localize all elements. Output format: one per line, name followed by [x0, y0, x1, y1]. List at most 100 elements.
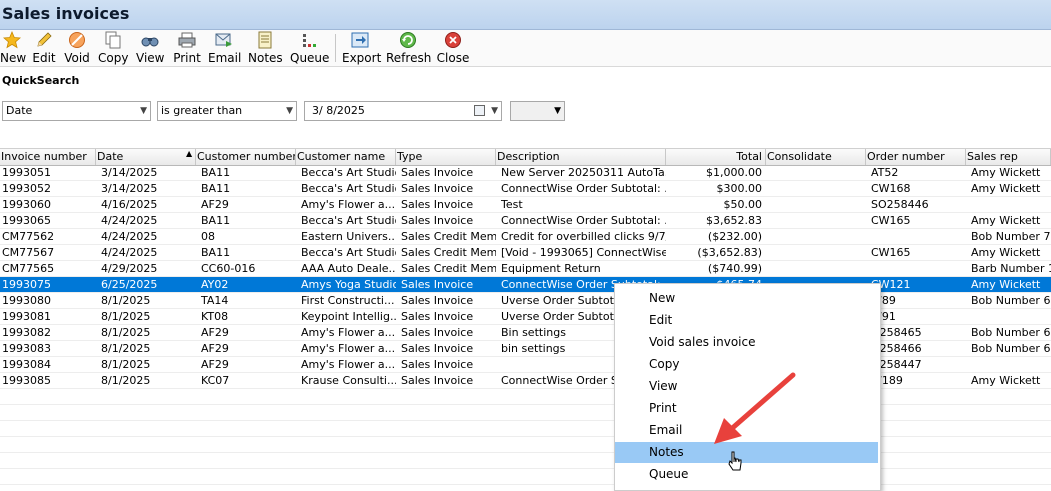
email-button[interactable]: Email	[208, 31, 241, 65]
context-menu-item-new[interactable]: New	[615, 288, 878, 309]
table-cell: Sales Credit Memo	[401, 246, 496, 259]
table-cell: CW165	[871, 214, 911, 227]
notes-button[interactable]: Notes	[248, 31, 283, 65]
quicksearch-date-value: 3/ 8/2025	[312, 104, 365, 117]
copy-button[interactable]: Copy	[98, 31, 128, 65]
column-header[interactable]: Type	[396, 149, 496, 165]
table-cell: 8/1/2025	[101, 326, 151, 339]
table-cell: Sales Invoice	[401, 358, 474, 371]
column-header[interactable]: Customer name	[296, 149, 396, 165]
table-cell: First Constructi...	[301, 294, 395, 307]
table-cell: CW121	[871, 278, 911, 291]
table-cell: $50.00	[723, 198, 763, 211]
table-row[interactable]: 1993081 8/1/2025 KT08 Keypoint Intellig... S…	[0, 309, 1051, 325]
quicksearch-operator-select[interactable]: is greater than ▼	[157, 101, 297, 121]
table-cell: Amy Wickett	[971, 278, 1041, 291]
table-cell: 1993075	[2, 278, 51, 291]
table-cell: 1993082	[2, 326, 51, 339]
table-cell: Sales Invoice	[401, 278, 474, 291]
table-cell: AF29	[201, 358, 229, 371]
refresh-button[interactable]: Refresh	[386, 31, 431, 65]
close-button[interactable]: Close	[436, 31, 470, 65]
context-menu-item-void-sales-invoice[interactable]: Void sales invoice	[615, 332, 878, 353]
table-cell: O258466	[871, 342, 922, 355]
table-cell: $3,652.83	[706, 214, 762, 227]
table-cell: Becca's Art Studio	[301, 246, 396, 259]
table-cell: BA11	[201, 246, 231, 259]
view-button[interactable]: View	[136, 31, 164, 65]
table-row[interactable]: 1993083 8/1/2025 AF29 Amy's Flower a... Sale…	[0, 341, 1051, 357]
table-cell: 1993085	[2, 374, 51, 387]
column-header[interactable]: Description	[496, 149, 666, 165]
table-row[interactable]: 1993051 3/14/2025 BA11 Becca's Art Studio Sa…	[0, 165, 1051, 181]
chevron-down-icon[interactable]: ▼	[491, 102, 498, 120]
context-menu-item-queue[interactable]: Queue	[615, 464, 878, 485]
table-cell: BA11	[201, 182, 231, 195]
table-cell: $1,000.00	[706, 166, 762, 179]
table-row[interactable]: 1993065 4/24/2025 BA11 Becca's Art Studio Sa…	[0, 213, 1051, 229]
table-cell: Amy's Flower a...	[301, 326, 396, 339]
invoice-grid: Invoice number Date ▲ Customer number Custom…	[0, 148, 1051, 489]
table-row[interactable]: CM77567 4/24/2025 BA11 Becca's Art Studio Sa…	[0, 245, 1051, 261]
quicksearch-field-value: Date	[6, 104, 33, 117]
void-icon	[69, 32, 85, 48]
quicksearch-field-select[interactable]: Date ▼	[2, 101, 151, 121]
column-header[interactable]: Invoice number	[0, 149, 96, 165]
table-row[interactable]: 1993085 8/1/2025 KC07 Krause Consulti... Sal…	[0, 373, 1051, 389]
calendar-icon[interactable]	[474, 105, 485, 116]
column-header[interactable]: Consolidate	[766, 149, 866, 165]
context-menu-item-print[interactable]: Print	[615, 398, 878, 419]
table-cell: Amy's Flower a...	[301, 358, 396, 371]
table-row[interactable]: 1993060 4/16/2025 AF29 Amy's Flower a... Sal…	[0, 197, 1051, 213]
empty-row	[0, 469, 1051, 485]
table-row[interactable]: 1993082 8/1/2025 AF29 Amy's Flower a... Sale…	[0, 325, 1051, 341]
new-button[interactable]: New	[0, 31, 26, 65]
context-menu-item-notes[interactable]: Notes	[615, 442, 878, 463]
table-cell: W91	[871, 310, 896, 323]
table-row[interactable]: CM77565 4/29/2025 CC60-016 AAA Auto Deale..…	[0, 261, 1051, 277]
queue-button[interactable]: Queue	[290, 31, 329, 65]
table-cell: Amys Yoga Studio	[301, 278, 396, 291]
table-cell: CC60-016	[201, 262, 256, 275]
edit-button[interactable]: Edit	[31, 31, 57, 65]
table-cell: KC07	[201, 374, 230, 387]
table-cell: AF29	[201, 342, 229, 355]
table-row[interactable]: 1993052 3/14/2025 BA11 Becca's Art Studio Sa…	[0, 181, 1051, 197]
table-cell: W189	[871, 374, 903, 387]
column-header[interactable]: Date	[96, 149, 196, 165]
table-cell: Sales Invoice	[401, 198, 474, 211]
table-cell	[769, 197, 866, 212]
table-cell: Amy Wickett	[971, 214, 1041, 227]
context-menu-item-copy[interactable]: Copy	[615, 354, 878, 375]
refresh-icon	[400, 32, 416, 48]
table-row[interactable]: 1993075 6/25/2025 AY02 Amys Yoga Studio Sale…	[0, 277, 1051, 293]
quicksearch-extra-select[interactable]: ▼	[510, 101, 565, 121]
context-menu-item-edit[interactable]: Edit	[615, 310, 878, 331]
column-header[interactable]: Sales rep	[966, 149, 1051, 165]
table-cell: TA14	[201, 294, 229, 307]
print-button[interactable]: Print	[172, 31, 202, 65]
table-row[interactable]: 1993084 8/1/2025 AF29 Amy's Flower a... Sale…	[0, 357, 1051, 373]
table-cell: Bob Number 642	[971, 326, 1051, 339]
table-cell: New Server 20250311 AutoTa...	[501, 166, 666, 179]
context-menu-item-email[interactable]: Email	[615, 420, 878, 441]
table-cell: 4/29/2025	[101, 262, 158, 275]
table-cell: 8/1/2025	[101, 374, 151, 387]
table-cell	[969, 357, 1051, 372]
title-bar: Sales invoices	[0, 0, 1051, 30]
table-row[interactable]: 1993080 8/1/2025 TA14 First Constructi... Sa…	[0, 293, 1051, 309]
table-cell	[769, 165, 866, 180]
table-cell: Becca's Art Studio	[301, 214, 396, 227]
column-header[interactable]: Customer number	[196, 149, 296, 165]
quicksearch-date-input[interactable]: 3/ 8/2025 ▼	[304, 101, 502, 121]
table-row[interactable]: CM77562 4/24/2025 08 Eastern Univers... Sale…	[0, 229, 1051, 245]
void-button[interactable]: Void	[63, 31, 91, 65]
column-header[interactable]: Order number	[866, 149, 966, 165]
printer-icon	[178, 32, 196, 48]
column-header[interactable]: Total	[666, 149, 766, 165]
context-menu-item-view[interactable]: View	[615, 376, 878, 397]
table-cell: Barb Number 127	[971, 262, 1051, 275]
export-button[interactable]: Export	[342, 31, 381, 65]
table-cell	[769, 229, 866, 244]
table-cell: AY02	[201, 278, 229, 291]
